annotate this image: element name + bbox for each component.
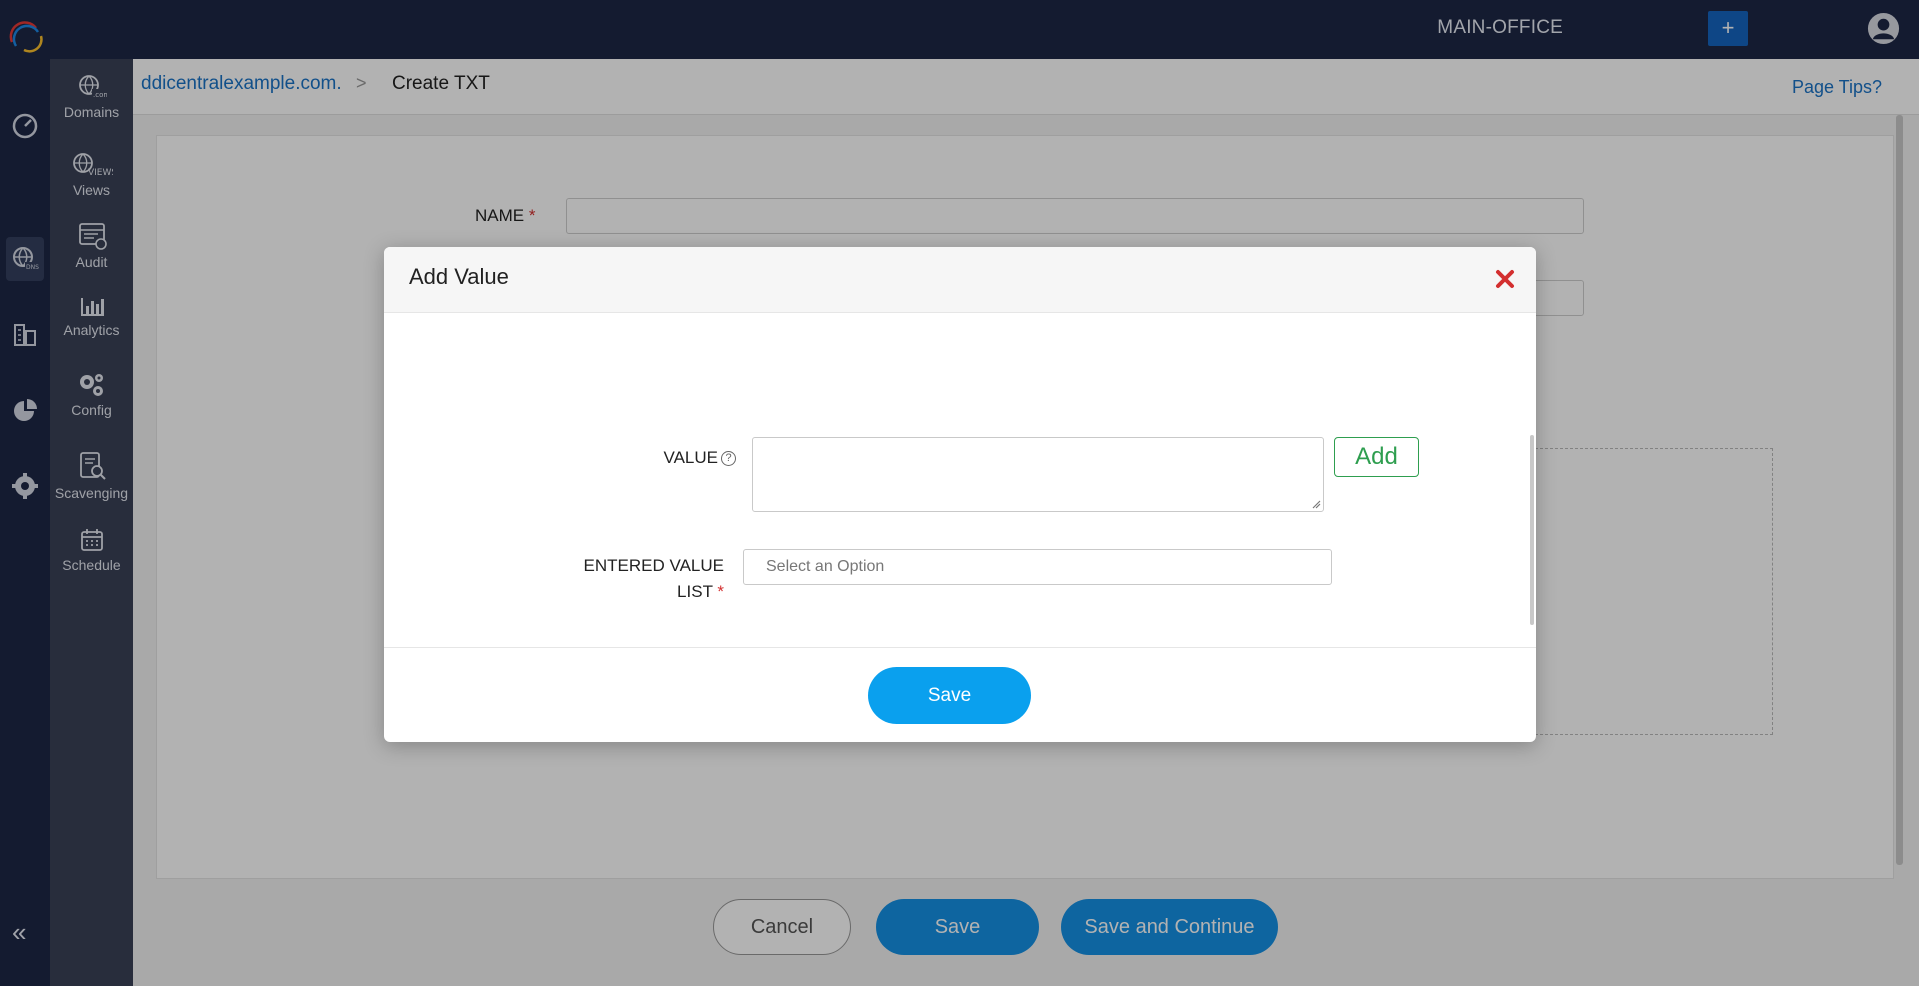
add-value-button[interactable]: Add [1334, 437, 1419, 477]
add-value-modal: Add Value VALUE? Add ENTERED VALUE LIST … [384, 247, 1536, 742]
value-label: VALUE? [554, 445, 736, 471]
modal-scrollbar[interactable] [1530, 435, 1534, 625]
value-textarea[interactable] [752, 437, 1324, 512]
modal-header: Add Value [384, 247, 1536, 313]
entered-value-select[interactable]: Select an Option [743, 549, 1332, 585]
entered-value-list-label: ENTERED VALUE LIST * [583, 556, 724, 601]
help-icon[interactable]: ? [721, 451, 736, 466]
close-icon[interactable] [1491, 265, 1519, 293]
resize-handle-icon[interactable] [1311, 499, 1321, 509]
modal-save-button[interactable]: Save [868, 667, 1031, 724]
modal-title: Add Value [409, 264, 509, 289]
